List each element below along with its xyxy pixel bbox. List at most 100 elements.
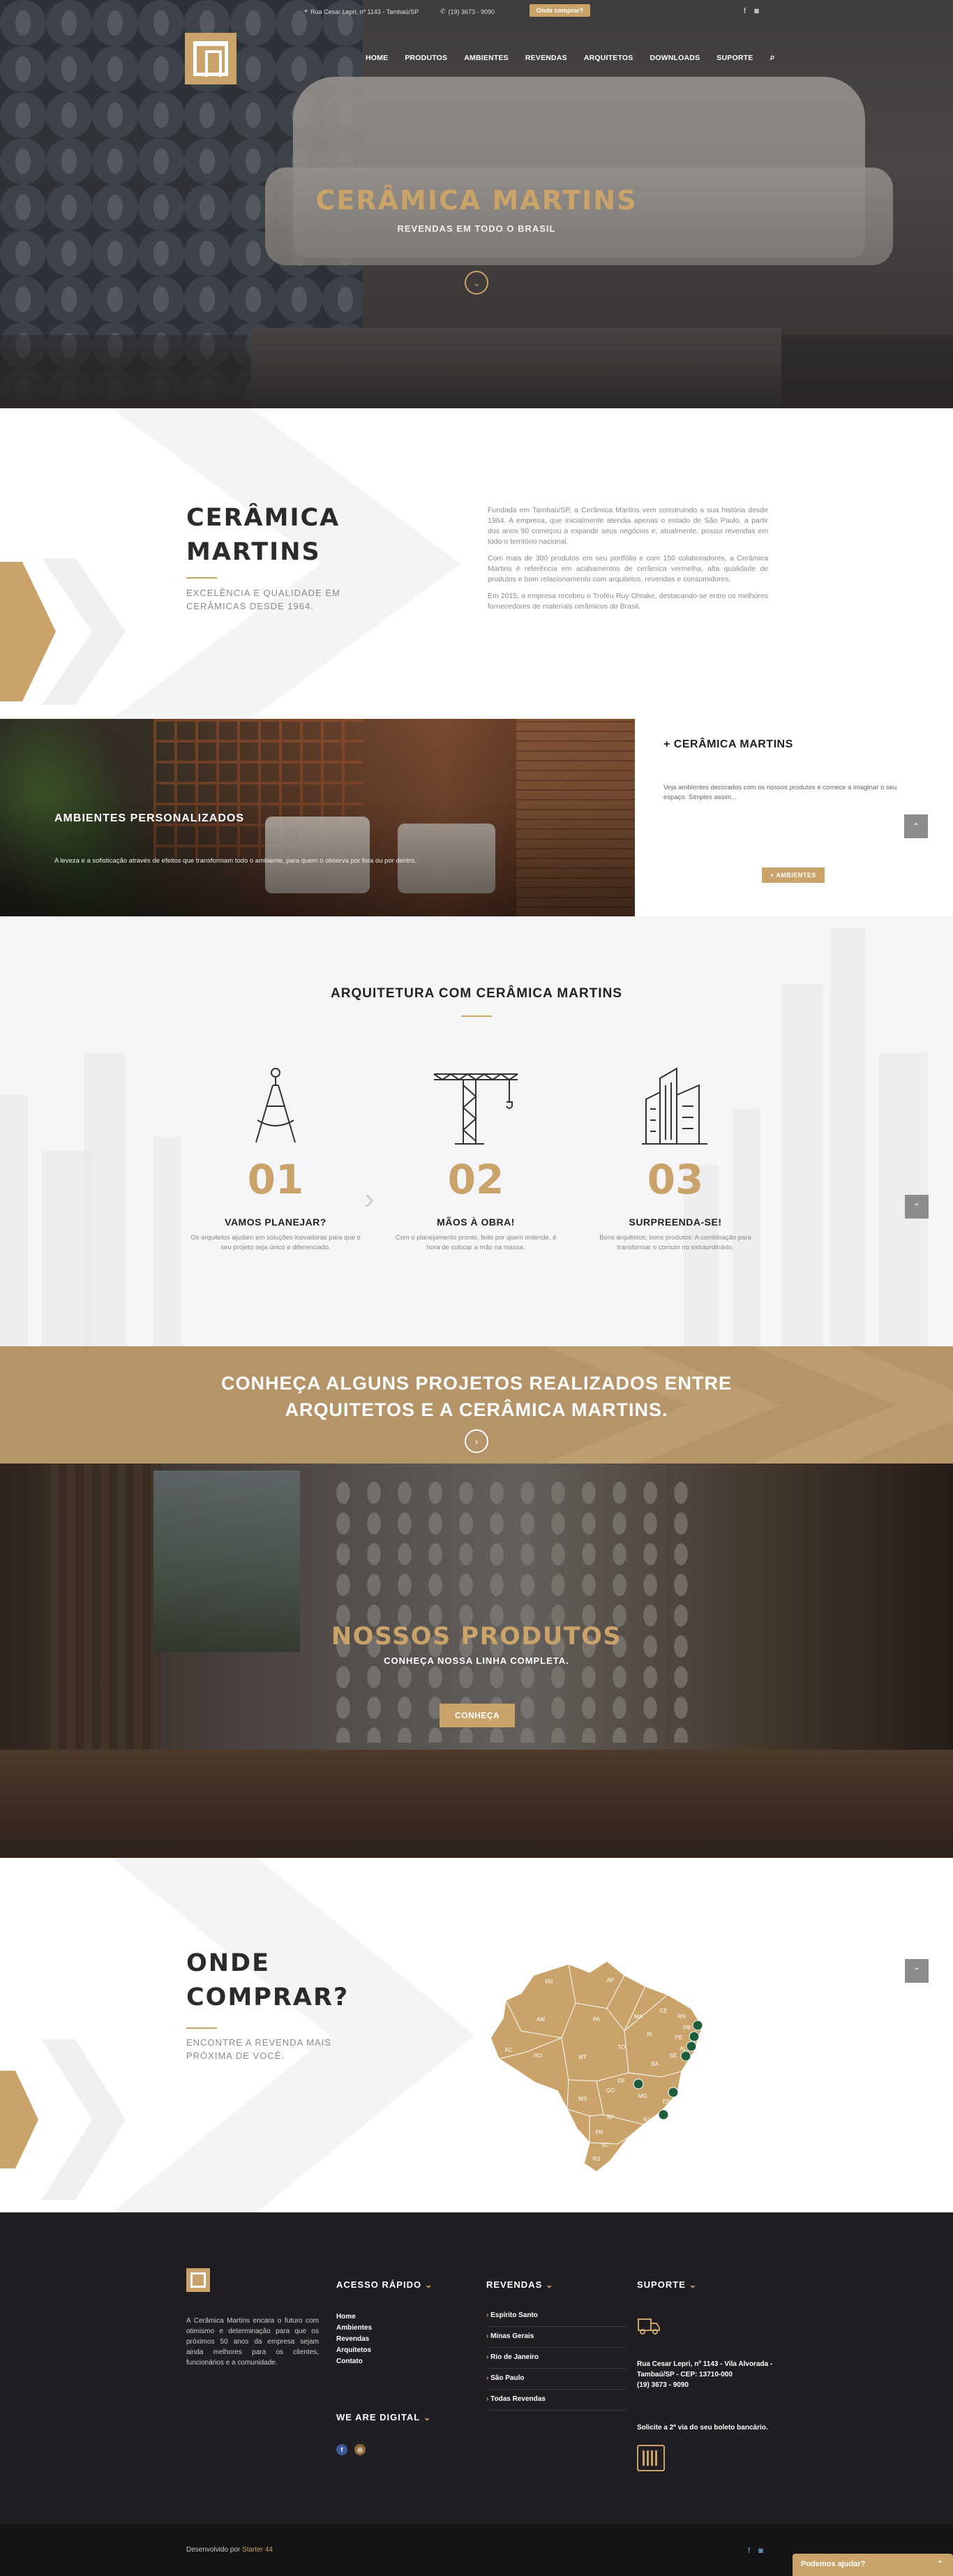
search-icon[interactable]: ⌕ bbox=[761, 52, 783, 62]
step-text: Bons arquitetos, bons produtos: A combin… bbox=[599, 1234, 751, 1251]
footer-heading: SUPORTE ⌄ bbox=[637, 2279, 698, 2290]
building-icon bbox=[642, 1067, 707, 1145]
footer-revenda-link[interactable]: Rio de Janeiro bbox=[486, 2348, 626, 2369]
state-label: PB bbox=[684, 2025, 691, 2031]
state-label: DF bbox=[618, 2078, 626, 2084]
barcode-icon[interactable] bbox=[637, 2445, 665, 2471]
footer-revenda-link[interactable]: São Paulo bbox=[486, 2369, 626, 2390]
site-logo[interactable] bbox=[185, 33, 237, 84]
map-marker[interactable] bbox=[692, 2020, 703, 2031]
developed-by: Desenvolvido por Starter 44 bbox=[186, 2546, 273, 2554]
footer-revendas: REVENDAS ⌄ Espírito Santo Minas Gerais R… bbox=[486, 2279, 626, 2411]
footer-link-arquitetos[interactable]: Arquitetos bbox=[336, 2345, 433, 2356]
conheca-button[interactable]: CONHEÇA bbox=[440, 1704, 516, 1727]
nav-revendas[interactable]: REVENDAS bbox=[517, 54, 576, 62]
state-label: PE bbox=[675, 2034, 683, 2041]
state-label: RN bbox=[677, 2013, 686, 2020]
instagram-icon[interactable]: ◙ bbox=[758, 2547, 763, 2555]
facebook-icon[interactable]: f bbox=[748, 2547, 750, 2555]
projetos-banner: CONHEÇA ALGUNS PROJETOS REALIZADOS ENTRE… bbox=[0, 1346, 953, 1464]
state-label: RO bbox=[534, 2053, 542, 2059]
step-number: 01 bbox=[247, 1156, 304, 1203]
state-label: PI bbox=[647, 2032, 652, 2038]
state-label: SP bbox=[607, 2114, 615, 2120]
footer-revenda-link[interactable]: Minas Gerais bbox=[486, 2327, 626, 2348]
nav-arquitetos[interactable]: ARQUITETOS bbox=[576, 54, 642, 62]
state-label: RJ bbox=[643, 2117, 650, 2123]
topbar-social: f ◙ bbox=[744, 7, 759, 15]
arrow-right-icon[interactable]: › bbox=[465, 1429, 488, 1453]
map-marker[interactable] bbox=[689, 2031, 700, 2042]
footer-heading: REVENDAS ⌄ bbox=[486, 2279, 554, 2290]
footer-link-home[interactable]: Home bbox=[336, 2311, 433, 2323]
footer-link-contato[interactable]: Contato bbox=[336, 2356, 433, 2367]
state-label: AM bbox=[536, 2016, 545, 2023]
footer-boleto-link[interactable]: Solicite a 2ª via do seu boleto bancário… bbox=[637, 2424, 768, 2432]
footer-address: Rua Cesar Lepri, nº 1143 - Vila Alvorada… bbox=[637, 2359, 776, 2390]
ambientes-title: AMBIENTES PERSONALIZADOS bbox=[54, 812, 245, 824]
onde-title-line2: COMPRAR? bbox=[186, 1983, 350, 2011]
state-label: MT bbox=[578, 2054, 587, 2060]
about-paragraph: Em 2015, a empresa recebeu o Troféu Ruy … bbox=[488, 592, 768, 611]
projetos-title-line1: CONHEÇA ALGUNS PROJETOS REALIZADOS ENTRE bbox=[220, 1373, 733, 1394]
compass-icon bbox=[255, 1068, 296, 1143]
state-label: BA bbox=[652, 2061, 659, 2067]
map-marker[interactable] bbox=[686, 2041, 697, 2052]
chat-widget[interactable]: Podemos ajudar? ⌃ bbox=[793, 2554, 953, 2576]
about-title: CERÂMICA MARTINS bbox=[186, 501, 340, 569]
brazil-map[interactable]: RR AP AM PA MA CE RN PB PE AL SE PI AC R… bbox=[485, 1954, 708, 2177]
footer-digital-heading: WE ARE DIGITAL ⌄ bbox=[336, 2412, 432, 2422]
state-label: PA bbox=[593, 2016, 601, 2023]
footer-revenda-link[interactable]: Espírito Santo bbox=[486, 2306, 626, 2327]
gold-chevron-decoration bbox=[0, 562, 56, 701]
about-text: Fundada em Tambaú/SP, a Cerâmica Martins… bbox=[488, 505, 768, 618]
ambientes-section: AMBIENTES PERSONALIZADOS A leveza e a so… bbox=[0, 719, 953, 916]
footer-revenda-link[interactable]: Todas Revendas bbox=[486, 2390, 626, 2411]
produtos-subtitle: CONHEÇA NOSSA LINHA COMPLETA. bbox=[384, 1655, 569, 1666]
scroll-top-button[interactable]: ⌃ bbox=[904, 814, 928, 838]
about-title-line1: CERÂMICA bbox=[186, 504, 340, 532]
facebook-icon[interactable]: f bbox=[744, 7, 746, 15]
developer-link[interactable]: Starter 44 bbox=[242, 2546, 273, 2554]
ambientes-button[interactable]: + AMBIENTES bbox=[762, 868, 825, 883]
nav-produtos[interactable]: PRODUTOS bbox=[396, 54, 456, 62]
nav-ambientes[interactable]: AMBIENTES bbox=[456, 54, 517, 62]
projetos-title-line2: ARQUITETOS E A CERÂMICA MARTINS. bbox=[285, 1399, 668, 1420]
state-label: SE bbox=[670, 2053, 677, 2059]
nav-downloads[interactable]: DOWNLOADS bbox=[641, 54, 708, 62]
divider bbox=[186, 577, 217, 579]
footer-link-ambientes[interactable]: Ambientes bbox=[336, 2323, 433, 2334]
state-label: PR bbox=[595, 2129, 603, 2136]
ambientes-panel-text: Veja ambientes decorados com os nossos p… bbox=[663, 784, 897, 801]
step-1: 01 VAMOS PLANEJAR? Os arquitetos ajudam … bbox=[185, 1064, 366, 1253]
ambientes-panel-title: + CERÂMICA MARTINS bbox=[663, 738, 793, 750]
instagram-icon[interactable]: ◎ bbox=[354, 2444, 366, 2455]
footer-phone: (19) 3673 - 9090 bbox=[637, 2381, 689, 2389]
step-text: Os arquitetos ajudam em soluções inovado… bbox=[190, 1234, 361, 1251]
step-2: 02 MÃOS À OBRA! Com o planejamento pront… bbox=[385, 1064, 566, 1253]
map-marker[interactable] bbox=[658, 2109, 669, 2120]
map-marker[interactable] bbox=[680, 2050, 691, 2062]
state-label: SC bbox=[601, 2142, 608, 2148]
footer-logo[interactable] bbox=[186, 2268, 210, 2292]
footer: A Cerâmica Martins encara o futuro com o… bbox=[0, 2212, 953, 2524]
nav-suporte[interactable]: SUPORTE bbox=[708, 54, 761, 62]
hero-section: ⌖ Rua Cesar Lepri, nº 1143 - Tambaú/SP ✆… bbox=[0, 0, 953, 408]
onde-comprar-button[interactable]: Onde comprar? bbox=[530, 4, 591, 17]
footer-link-revendas[interactable]: Revendas bbox=[336, 2334, 433, 2345]
step-title: MÃOS À OBRA! bbox=[437, 1216, 515, 1228]
top-bar: ⌖ Rua Cesar Lepri, nº 1143 - Tambaú/SP ✆… bbox=[0, 4, 953, 21]
facebook-icon[interactable]: f bbox=[336, 2444, 347, 2455]
state-label: GO bbox=[606, 2087, 615, 2094]
step-text: Com o planejamento pronto, feito por que… bbox=[395, 1234, 557, 1251]
scroll-top-button[interactable]: ⌃ bbox=[905, 1959, 929, 1983]
nav-home[interactable]: HOME bbox=[357, 54, 396, 62]
onde-comprar-section: ONDE COMPRAR? ENCONTRE A REVENDA MAIS PR… bbox=[0, 1858, 953, 2212]
scroll-top-button[interactable]: ⌃ bbox=[905, 1195, 929, 1219]
scroll-down-icon[interactable]: ⌄ bbox=[465, 271, 488, 295]
map-marker[interactable] bbox=[633, 2078, 644, 2090]
about-title-line2: MARTINS bbox=[186, 538, 321, 566]
map-marker[interactable] bbox=[668, 2087, 679, 2098]
instagram-icon[interactable]: ◙ bbox=[754, 7, 759, 15]
ambientes-panel: + CERÂMICA MARTINS Veja ambientes decora… bbox=[635, 719, 953, 916]
